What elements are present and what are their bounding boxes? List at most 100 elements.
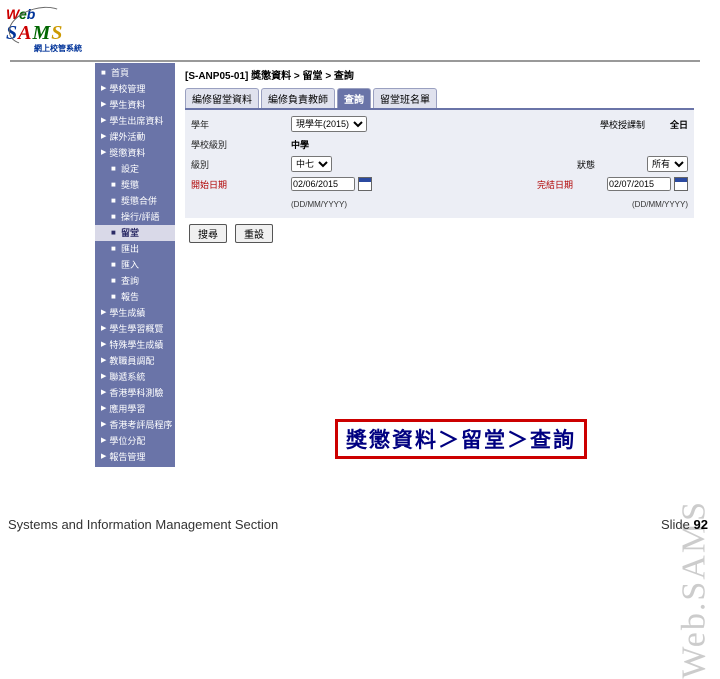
- sidebar-item[interactable]: ■ 匯出: [95, 241, 175, 257]
- tab[interactable]: 留堂班名單: [373, 88, 437, 108]
- sidebar-item[interactable]: ■獎懲合併: [95, 193, 175, 209]
- sidebar-item-label: 獎懲: [121, 179, 139, 191]
- sidebar-item-label: 學校管理: [109, 83, 145, 95]
- bullet-icon: ■: [111, 246, 117, 252]
- class-level-label: 學校級別: [191, 138, 291, 151]
- bullet-icon: ■: [101, 70, 107, 76]
- reset-button[interactable]: 重設: [235, 224, 273, 243]
- sidebar-item-label: 匯出: [121, 243, 139, 255]
- logo-web-text: Web: [6, 6, 116, 22]
- chevron-right-icon: ▶: [101, 451, 106, 463]
- chevron-right-icon: ▶: [101, 147, 106, 159]
- search-button[interactable]: 搜尋: [189, 224, 227, 243]
- sidebar-item-label: 香港考評局程序: [109, 419, 172, 431]
- divider: [10, 60, 700, 62]
- sidebar-item-label: 教職員調配: [109, 355, 154, 367]
- sidebar-item-label: 香港學科測驗: [109, 387, 163, 399]
- sidebar-item[interactable]: ▶特殊學生成績: [95, 337, 175, 353]
- chevron-right-icon: ▶: [101, 435, 106, 447]
- class-select[interactable]: 中七: [291, 156, 332, 172]
- sidebar-item-label: 匯入: [121, 259, 139, 271]
- sidebar-item[interactable]: ▶學生出席資料: [95, 113, 175, 129]
- page-code: [S-ANP05-01]: [185, 71, 248, 82]
- sidebar-item-label: 獎懲合併: [121, 195, 157, 207]
- sidebar-item-label: 學位分配: [109, 435, 145, 447]
- sidebar-item[interactable]: ■操行/評語: [95, 209, 175, 225]
- bullet-icon: ■: [111, 230, 117, 236]
- sidebar-item[interactable]: ▶聯遞系統: [95, 369, 175, 385]
- bullet-icon: ■: [111, 214, 117, 220]
- slide-label: Slide: [661, 517, 690, 532]
- sidebar-item-label: 獎懲資料: [109, 147, 145, 159]
- calendar-icon[interactable]: [674, 177, 688, 191]
- bullet-icon: ■: [111, 262, 117, 268]
- slide: Web SAMS 網上校管系統 ■首頁▶學校管理▶學生資料▶學生出席資料▶課外活…: [0, 0, 720, 540]
- app-screenshot: ■首頁▶學校管理▶學生資料▶學生出席資料▶課外活動▶獎懲資料■設定■獎懲■獎懲合…: [95, 63, 700, 463]
- sidebar-item-label: 設定: [121, 163, 139, 175]
- sidebar-item[interactable]: ▶獎懲資料: [95, 145, 175, 161]
- tabs: 編修留堂資料編修負責教師查詢留堂班名單: [179, 86, 700, 108]
- sidebar-item[interactable]: ■ 獎懲: [95, 177, 175, 193]
- footer-right: Slide 92: [661, 517, 708, 532]
- date-format-hint: (DD/MM/YYYY): [632, 200, 688, 209]
- button-row: 搜尋 重設: [179, 218, 700, 249]
- sidebar-item-label: 學生學習概覽: [109, 323, 163, 335]
- sidebar-item[interactable]: ▶香港學科測驗: [95, 385, 175, 401]
- logo-subtitle: 網上校管系統: [34, 43, 116, 54]
- content-panel: [S-ANP05-01] 獎懲資料 > 留堂 > 查詢 編修留堂資料編修負責教師…: [179, 63, 700, 249]
- sidebar-item-label: 學生資料: [109, 99, 145, 111]
- chevron-right-icon: ▶: [101, 99, 106, 111]
- chevron-right-icon: ▶: [101, 339, 106, 351]
- end-date-label: 完結日期: [537, 178, 607, 191]
- sidebar-item[interactable]: ▶學校管理: [95, 81, 175, 97]
- callout-box: 獎懲資料＞留堂＞查詢: [335, 419, 587, 459]
- sidebar-item[interactable]: ▶報告管理: [95, 449, 175, 465]
- logo-sams-text: SAMS: [6, 22, 116, 45]
- sidebar-item[interactable]: ■ 匯入: [95, 257, 175, 273]
- chevron-right-icon: ▶: [101, 403, 106, 415]
- bullet-icon: ■: [111, 182, 117, 188]
- sidebar-item-label: 聯遞系統: [109, 371, 145, 383]
- sidebar-item[interactable]: ▶學生學習概覽: [95, 321, 175, 337]
- sidebar-item[interactable]: ■ 設定: [95, 161, 175, 177]
- sidebar-item[interactable]: ■查詢: [95, 273, 175, 289]
- logo: Web SAMS 網上校管系統: [6, 6, 116, 66]
- slide-number: 92: [694, 517, 708, 532]
- sidebar-item[interactable]: ■ 留堂: [95, 225, 175, 241]
- sidebar-item-label: 課外活動: [109, 131, 145, 143]
- end-date-input[interactable]: [607, 177, 671, 191]
- sidebar-item[interactable]: ▶應用學習: [95, 401, 175, 417]
- class-level-end-value: 全日: [670, 118, 688, 131]
- sidebar-item-label: 留堂: [121, 227, 139, 239]
- sidebar: ■首頁▶學校管理▶學生資料▶學生出席資料▶課外活動▶獎懲資料■設定■獎懲■獎懲合…: [95, 63, 175, 467]
- sidebar-item[interactable]: ▶學生資料: [95, 97, 175, 113]
- chevron-right-icon: ▶: [101, 323, 106, 335]
- sidebar-item[interactable]: ■首頁: [95, 65, 175, 81]
- sidebar-item[interactable]: ▶教職員調配: [95, 353, 175, 369]
- sidebar-item[interactable]: ▶香港考評局程序: [95, 417, 175, 433]
- sidebar-item-label: 查詢: [121, 275, 139, 287]
- class-label: 級別: [191, 158, 291, 171]
- tab[interactable]: 查詢: [337, 88, 371, 108]
- chevron-right-icon: ▶: [101, 387, 106, 399]
- sidebar-item[interactable]: ▶學位分配: [95, 433, 175, 449]
- breadcrumb-path: 獎懲資料 > 留堂 > 查詢: [251, 71, 354, 82]
- sidebar-item[interactable]: ▶課外活動: [95, 129, 175, 145]
- sidebar-item[interactable]: ▶學生成績: [95, 305, 175, 321]
- tab[interactable]: 編修留堂資料: [185, 88, 259, 108]
- start-date-input[interactable]: [291, 177, 355, 191]
- sidebar-item[interactable]: ■報告: [95, 289, 175, 305]
- chevron-right-icon: ▶: [101, 307, 106, 319]
- bullet-icon: ■: [111, 166, 117, 172]
- chevron-right-icon: ▶: [101, 83, 106, 95]
- calendar-icon[interactable]: [358, 177, 372, 191]
- date-format-hint: (DD/MM/YYYY): [291, 200, 562, 209]
- status-select[interactable]: 所有: [647, 156, 688, 172]
- sidebar-item-label: 特殊學生成績: [109, 339, 163, 351]
- bullet-icon: ■: [111, 294, 117, 300]
- chevron-right-icon: ▶: [101, 419, 106, 431]
- status-label: 狀態: [577, 158, 647, 171]
- year-select[interactable]: 現學年(2015): [291, 116, 367, 132]
- tab[interactable]: 編修負責教師: [261, 88, 335, 108]
- footer: Systems and Information Management Secti…: [8, 517, 708, 532]
